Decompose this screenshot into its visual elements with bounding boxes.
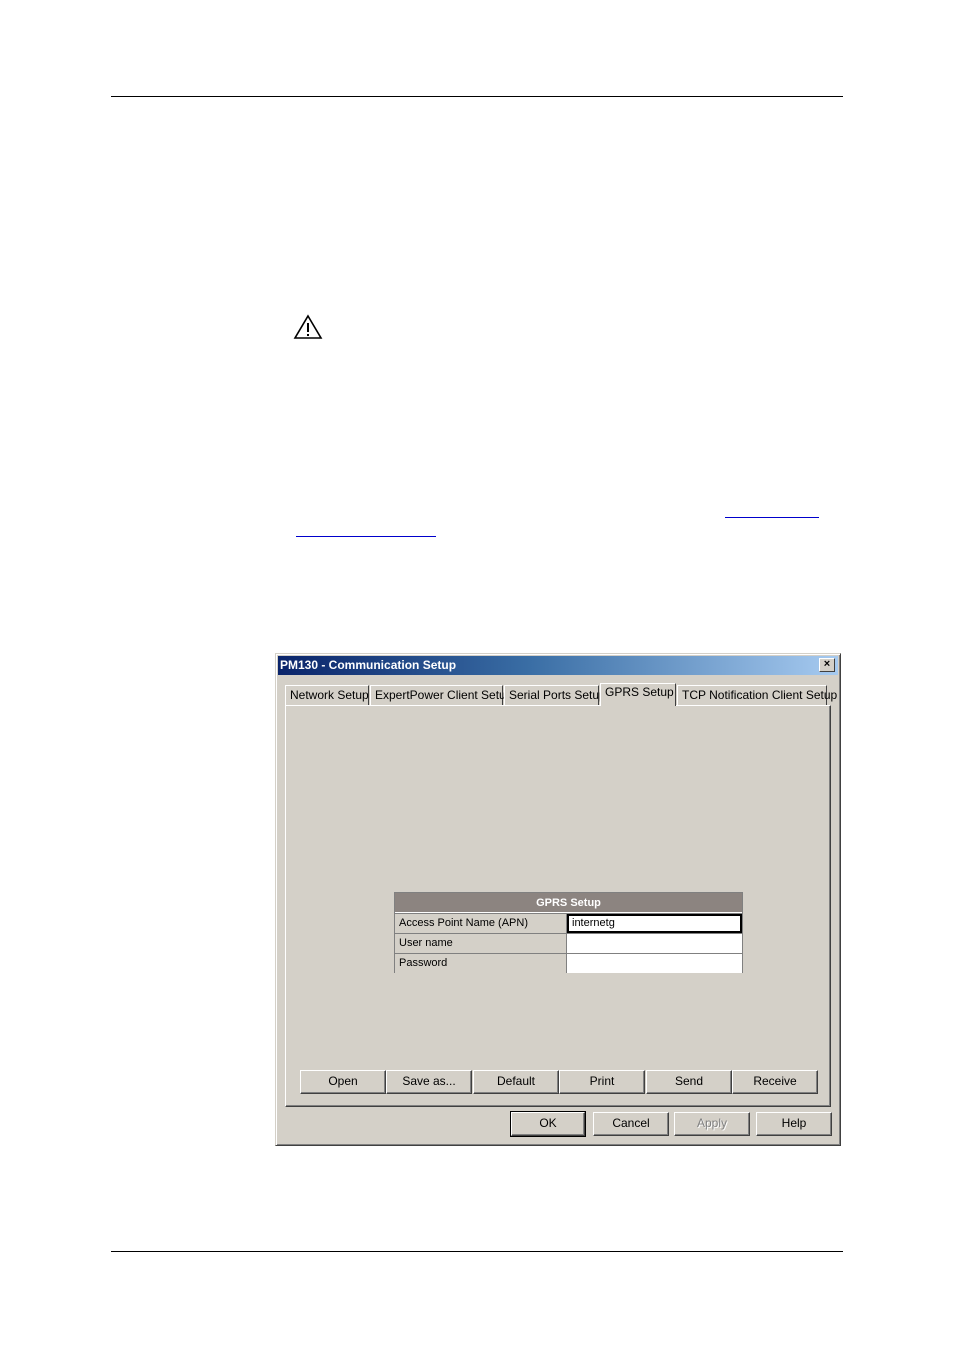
communication-setup-dialog: PM130 - Communication Setup × Network Se… — [275, 653, 841, 1146]
tab-network-setup[interactable]: Network Setup — [285, 685, 369, 705]
grid-header: GPRS Setup — [395, 893, 742, 913]
default-button[interactable]: Default — [473, 1070, 559, 1094]
hyperlink-underline[interactable] — [725, 517, 819, 518]
cancel-button[interactable]: Cancel — [593, 1112, 669, 1136]
warning-icon — [293, 314, 323, 339]
receive-button[interactable]: Receive — [732, 1070, 818, 1094]
password-field[interactable] — [567, 954, 742, 973]
close-icon[interactable]: × — [819, 658, 835, 672]
password-label: Password — [395, 954, 567, 973]
page-bottom-rule — [111, 1251, 843, 1252]
hyperlink-underline[interactable] — [296, 536, 436, 537]
send-button[interactable]: Send — [646, 1070, 732, 1094]
title-bar[interactable]: PM130 - Communication Setup × — [278, 656, 838, 675]
user-name-label: User name — [395, 934, 567, 953]
tab-gprs-setup[interactable]: GPRS Setup — [600, 683, 676, 706]
tab-tcp-notification-client-setup[interactable]: TCP Notification Client Setup — [677, 685, 837, 705]
gprs-setup-panel: GPRS Setup Access Point Name (APN) inter… — [285, 705, 831, 1107]
table-row: User name — [395, 933, 742, 953]
tab-expertpower-client-setup[interactable]: ExpertPower Client Setup — [370, 685, 512, 705]
help-button[interactable]: Help — [756, 1112, 832, 1136]
page-top-rule — [111, 96, 843, 97]
print-button[interactable]: Print — [559, 1070, 645, 1094]
gprs-setup-grid: GPRS Setup Access Point Name (APN) inter… — [394, 892, 743, 973]
save-as-button[interactable]: Save as... — [386, 1070, 472, 1094]
apn-label: Access Point Name (APN) — [395, 914, 567, 933]
tab-serial-ports-setup[interactable]: Serial Ports Setup — [504, 685, 606, 705]
open-button[interactable]: Open — [300, 1070, 386, 1094]
dialog-title: PM130 - Communication Setup — [280, 658, 457, 672]
table-row: Password — [395, 953, 742, 973]
apply-button[interactable]: Apply — [674, 1112, 750, 1136]
user-name-field[interactable] — [567, 934, 742, 953]
apn-field[interactable]: internetg — [567, 914, 742, 933]
ok-button[interactable]: OK — [510, 1111, 586, 1137]
table-row: Access Point Name (APN) internetg — [395, 913, 742, 933]
